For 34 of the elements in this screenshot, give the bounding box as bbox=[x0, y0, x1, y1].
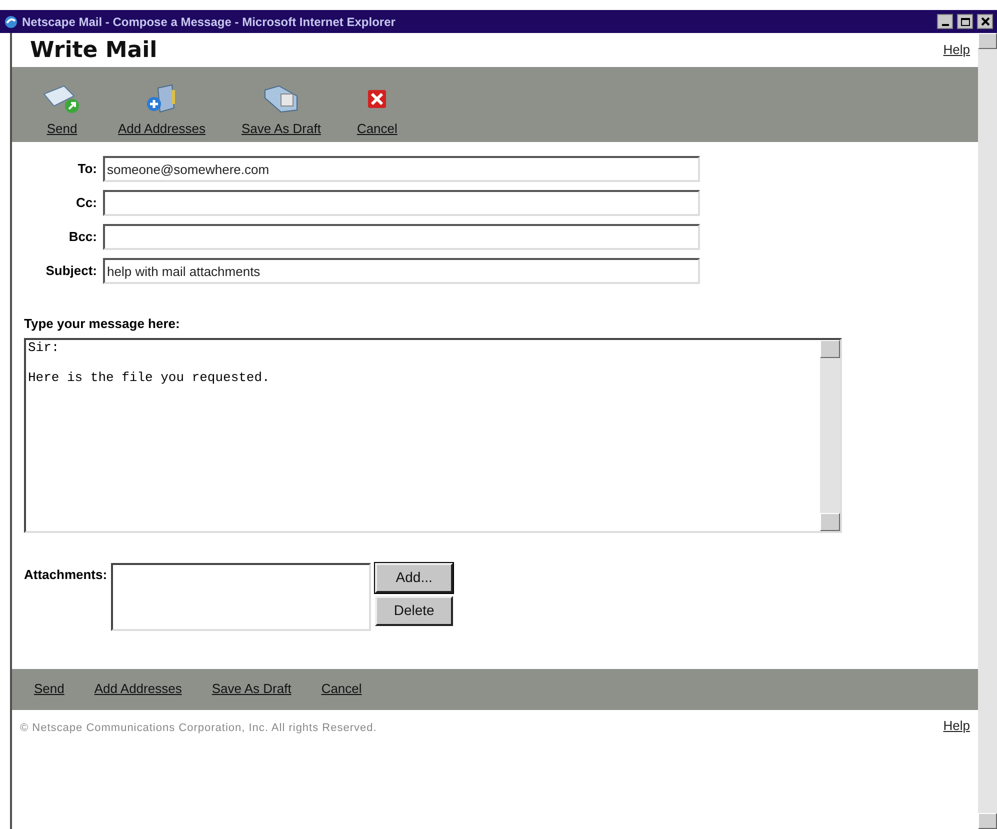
message-label: Type your message here: bbox=[24, 315, 181, 333]
page-title: Write Mail bbox=[30, 36, 158, 64]
toolbar-button[interactable]: Send bbox=[42, 82, 82, 138]
attachment-button[interactable]: Delete bbox=[375, 596, 454, 626]
browser-icon bbox=[4, 14, 18, 28]
toolbar-button[interactable]: Cancel bbox=[356, 82, 398, 138]
window-title: Netscape Mail - Compose a Message - Microsoft Internet Explorer bbox=[22, 14, 396, 30]
bottom-link[interactable]: Cancel bbox=[321, 679, 362, 699]
attachments-list[interactable] bbox=[111, 562, 372, 630]
bottom-link[interactable]: Save As Draft bbox=[212, 679, 292, 699]
input-field[interactable] bbox=[103, 190, 700, 216]
minimize-button[interactable] bbox=[937, 14, 953, 29]
help-link[interactable]: Help bbox=[943, 40, 970, 60]
field-label: Cc: bbox=[75, 194, 97, 212]
attachment-button[interactable]: Add... bbox=[375, 562, 454, 592]
input-field[interactable]: someone@somewhere.com bbox=[103, 156, 700, 182]
field-label: Subject: bbox=[44, 262, 97, 280]
help-link[interactable]: Help bbox=[943, 716, 970, 735]
bottom-link[interactable]: Send bbox=[34, 679, 64, 699]
bottom-link[interactable]: Add Addresses bbox=[94, 679, 182, 699]
copyright-text: © Netscape Communications Corporation, Inc. All rights Reserved. bbox=[20, 720, 377, 736]
input-field[interactable]: help with mail attachments bbox=[103, 258, 700, 284]
field-label: To: bbox=[76, 160, 97, 178]
envelope-icon bbox=[42, 84, 82, 114]
close-icon bbox=[367, 88, 388, 108]
attachments-label: Attachments: bbox=[24, 566, 108, 584]
scrollbar[interactable] bbox=[978, 33, 997, 829]
input-field[interactable] bbox=[103, 224, 700, 250]
toolbar-button[interactable]: Add Addresses bbox=[118, 82, 206, 138]
close-button[interactable] bbox=[977, 14, 993, 29]
close-icon bbox=[980, 17, 990, 26]
field-label: Bcc: bbox=[68, 228, 97, 246]
maximize-button[interactable] bbox=[957, 14, 973, 29]
toolbar-button[interactable]: Save As Draft bbox=[241, 82, 321, 138]
